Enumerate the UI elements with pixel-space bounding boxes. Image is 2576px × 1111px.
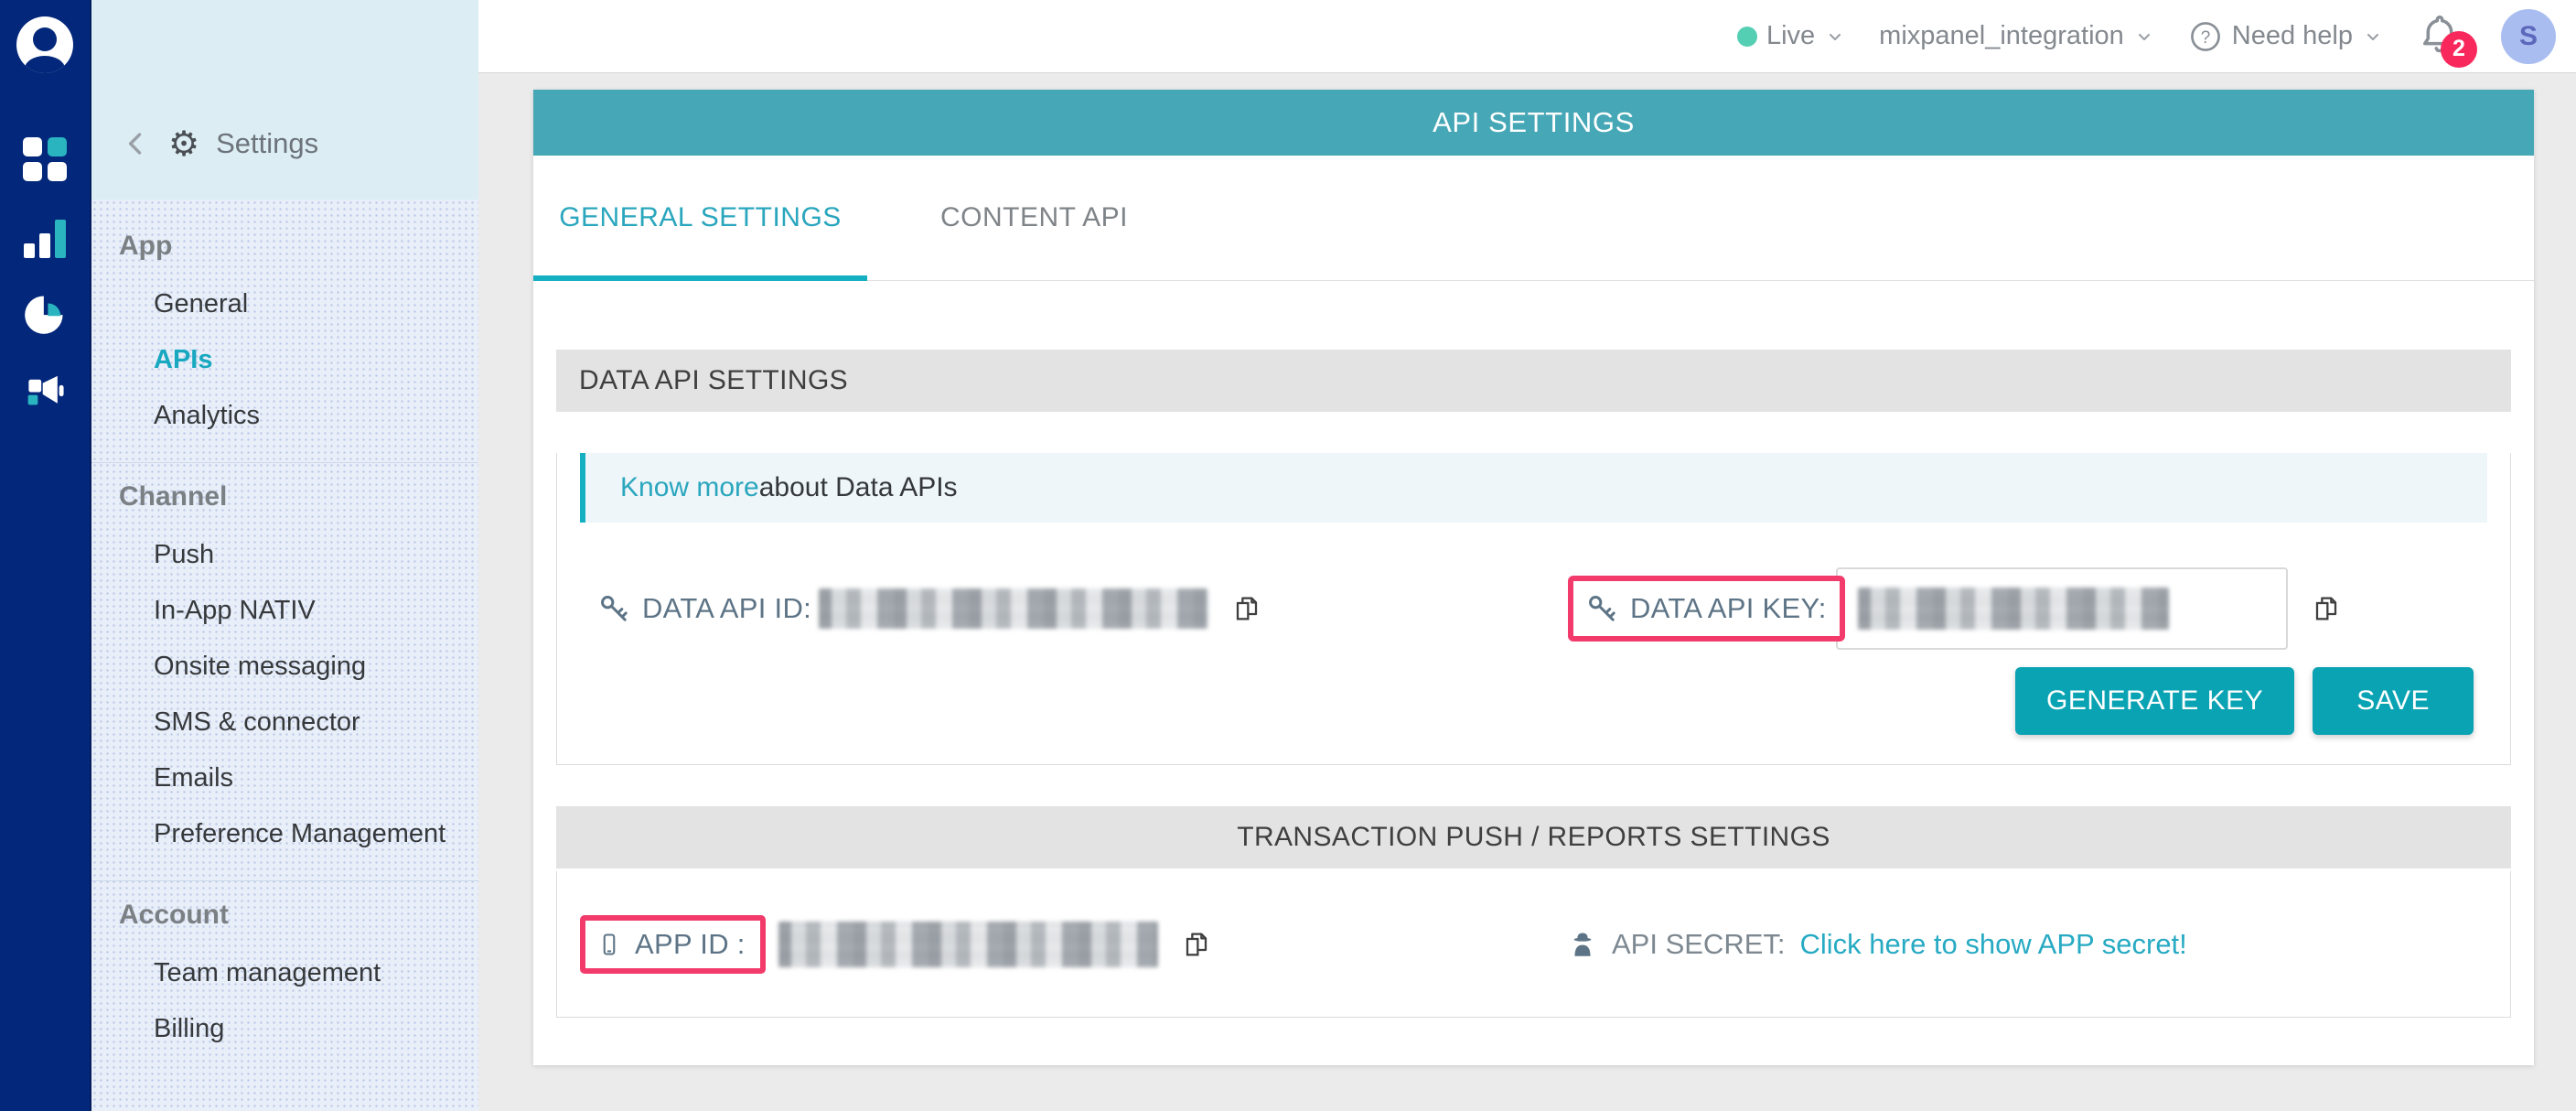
- logo-person-torso: [25, 56, 65, 73]
- environment-dropdown[interactable]: Live: [1737, 21, 1846, 51]
- need-help-dropdown[interactable]: ? Need help: [2188, 19, 2384, 54]
- data-api-key-input[interactable]: [1836, 567, 2288, 650]
- copy-data-api-key-button[interactable]: [2312, 594, 2341, 623]
- app-id-value-redacted: [778, 922, 1158, 967]
- nav-divider: [91, 462, 478, 463]
- logo-person-head: [33, 27, 57, 51]
- spy-icon: [1568, 930, 1597, 959]
- settings-nav: App General APIs Analytics Channel Push …: [91, 200, 478, 1111]
- data-api-id-group: DATA API ID:: [598, 588, 1261, 629]
- know-more-link[interactable]: Know more: [620, 472, 759, 503]
- nav-divider: [91, 880, 478, 881]
- segments-pie-chart-icon[interactable]: [23, 291, 67, 335]
- sidebar-item-billing[interactable]: Billing: [91, 1001, 478, 1057]
- copy-data-api-id-button[interactable]: [1232, 594, 1261, 623]
- data-api-settings-section: DATA API SETTINGS Know more about Data A…: [556, 350, 2511, 765]
- key-icon: [598, 593, 629, 624]
- nav-section-account: Account: [119, 900, 478, 931]
- data-api-settings-body: Know more about Data APIs DATA API ID:: [556, 453, 2511, 765]
- api-secret-group: API SECRET: Click here to show APP secre…: [1568, 928, 2187, 961]
- user-avatar[interactable]: S: [2501, 9, 2556, 64]
- sidebar-item-general[interactable]: General: [91, 276, 478, 332]
- live-status-dot: [1737, 27, 1757, 47]
- help-circle-icon: ?: [2188, 19, 2223, 54]
- sidebar-header: ⚙ Settings: [91, 0, 478, 200]
- page-title: API SETTINGS: [533, 90, 2534, 156]
- notifications-button[interactable]: 2: [2417, 11, 2468, 62]
- app-id-label: APP ID :: [635, 928, 746, 961]
- tab-bar: GENERAL SETTINGS CONTENT API: [533, 156, 2534, 281]
- sidebar-item-push[interactable]: Push: [91, 527, 478, 583]
- show-app-secret-link[interactable]: Click here to show APP secret!: [1800, 928, 2187, 961]
- tab-general-settings[interactable]: GENERAL SETTINGS: [533, 156, 867, 280]
- back-button[interactable]: [121, 128, 152, 159]
- settings-sidebar: ⚙ Settings App General APIs Analytics Ch…: [91, 0, 478, 1111]
- workspace-name: mixpanel_integration: [1879, 21, 2124, 51]
- generate-key-button[interactable]: GENERATE KEY: [2015, 667, 2294, 735]
- sidebar-item-preference-management[interactable]: Preference Management: [91, 806, 478, 862]
- know-more-text: about Data APIs: [759, 472, 958, 503]
- sidebar-item-sms-connector[interactable]: SMS & connector: [91, 695, 478, 750]
- transaction-push-header: TRANSACTION PUSH / REPORTS SETTINGS: [556, 806, 2511, 868]
- api-secret-label: API SECRET:: [1612, 928, 1786, 961]
- know-more-banner: Know more about Data APIs: [580, 453, 2487, 523]
- data-api-settings-header: DATA API SETTINGS: [556, 350, 2511, 412]
- api-settings-panel: API SETTINGS GENERAL SETTINGS CONTENT AP…: [533, 90, 2534, 1065]
- copy-icon: [1232, 594, 1261, 623]
- app-id-highlight-box: APP ID :: [580, 915, 766, 974]
- chevron-down-icon: [2362, 26, 2384, 48]
- pie-chart-icon: [24, 293, 66, 335]
- chevron-down-icon: [1824, 26, 1846, 48]
- sidebar-item-analytics[interactable]: Analytics: [91, 388, 478, 444]
- notification-badge: 2: [2441, 31, 2477, 68]
- sidebar-item-onsite-messaging[interactable]: Onsite messaging: [91, 639, 478, 695]
- data-api-id-label: DATA API ID:: [642, 592, 811, 625]
- nav-section-channel: Channel: [119, 481, 478, 512]
- environment-label: Live: [1766, 21, 1815, 51]
- need-help-label: Need help: [2232, 21, 2353, 51]
- key-icon: [1586, 593, 1617, 624]
- grid-squares-icon: [23, 137, 67, 181]
- data-api-key-value-redacted: [1858, 588, 2169, 630]
- chevron-down-icon: [2133, 26, 2155, 48]
- copy-icon: [1182, 930, 1211, 959]
- sidebar-item-apis[interactable]: APIs: [91, 332, 478, 388]
- transaction-push-section: TRANSACTION PUSH / REPORTS SETTINGS APP …: [556, 806, 2511, 1018]
- data-api-key-highlight-box: DATA API KEY:: [1568, 576, 1845, 642]
- dashboard-grid-icon[interactable]: [23, 137, 67, 181]
- svg-text:?: ?: [2200, 27, 2210, 47]
- sidebar-title: Settings: [216, 127, 318, 160]
- topbar: Live mixpanel_integration ? Need help 2 …: [478, 0, 2576, 73]
- analytics-bar-chart-icon[interactable]: [23, 214, 67, 258]
- megaphone-icon: [24, 370, 66, 412]
- sidebar-item-emails[interactable]: Emails: [91, 750, 478, 806]
- nav-section-app: App: [119, 231, 478, 262]
- tab-content-api[interactable]: CONTENT API: [940, 156, 1128, 280]
- data-api-id-value-redacted: [819, 588, 1208, 629]
- data-api-key-label: DATA API KEY:: [1630, 592, 1827, 625]
- data-api-row: DATA API ID:: [580, 566, 2487, 651]
- data-api-actions: GENERATE KEY SAVE: [557, 667, 2474, 764]
- brand-logo[interactable]: [16, 16, 73, 73]
- app-rail: [0, 0, 91, 1111]
- transaction-push-body: APP ID : API SECRET:: [556, 871, 2511, 1018]
- back-chevron-icon: [121, 128, 152, 159]
- sidebar-item-team-management[interactable]: Team management: [91, 945, 478, 1001]
- app-id-group: APP ID :: [580, 915, 1211, 974]
- copy-app-id-button[interactable]: [1182, 930, 1211, 959]
- campaigns-megaphone-icon[interactable]: [23, 368, 67, 412]
- workspace-dropdown[interactable]: mixpanel_integration: [1879, 21, 2155, 51]
- copy-icon: [2312, 594, 2341, 623]
- data-api-key-group: DATA API KEY:: [1568, 567, 2341, 650]
- gear-icon: ⚙: [168, 126, 199, 161]
- save-button[interactable]: SAVE: [2313, 667, 2474, 735]
- rail-icon-list: [0, 137, 90, 412]
- bar-chart-icon: [24, 218, 66, 258]
- smartphone-icon: [596, 929, 622, 960]
- sidebar-item-inapp-nativ[interactable]: In-App NATIV: [91, 583, 478, 639]
